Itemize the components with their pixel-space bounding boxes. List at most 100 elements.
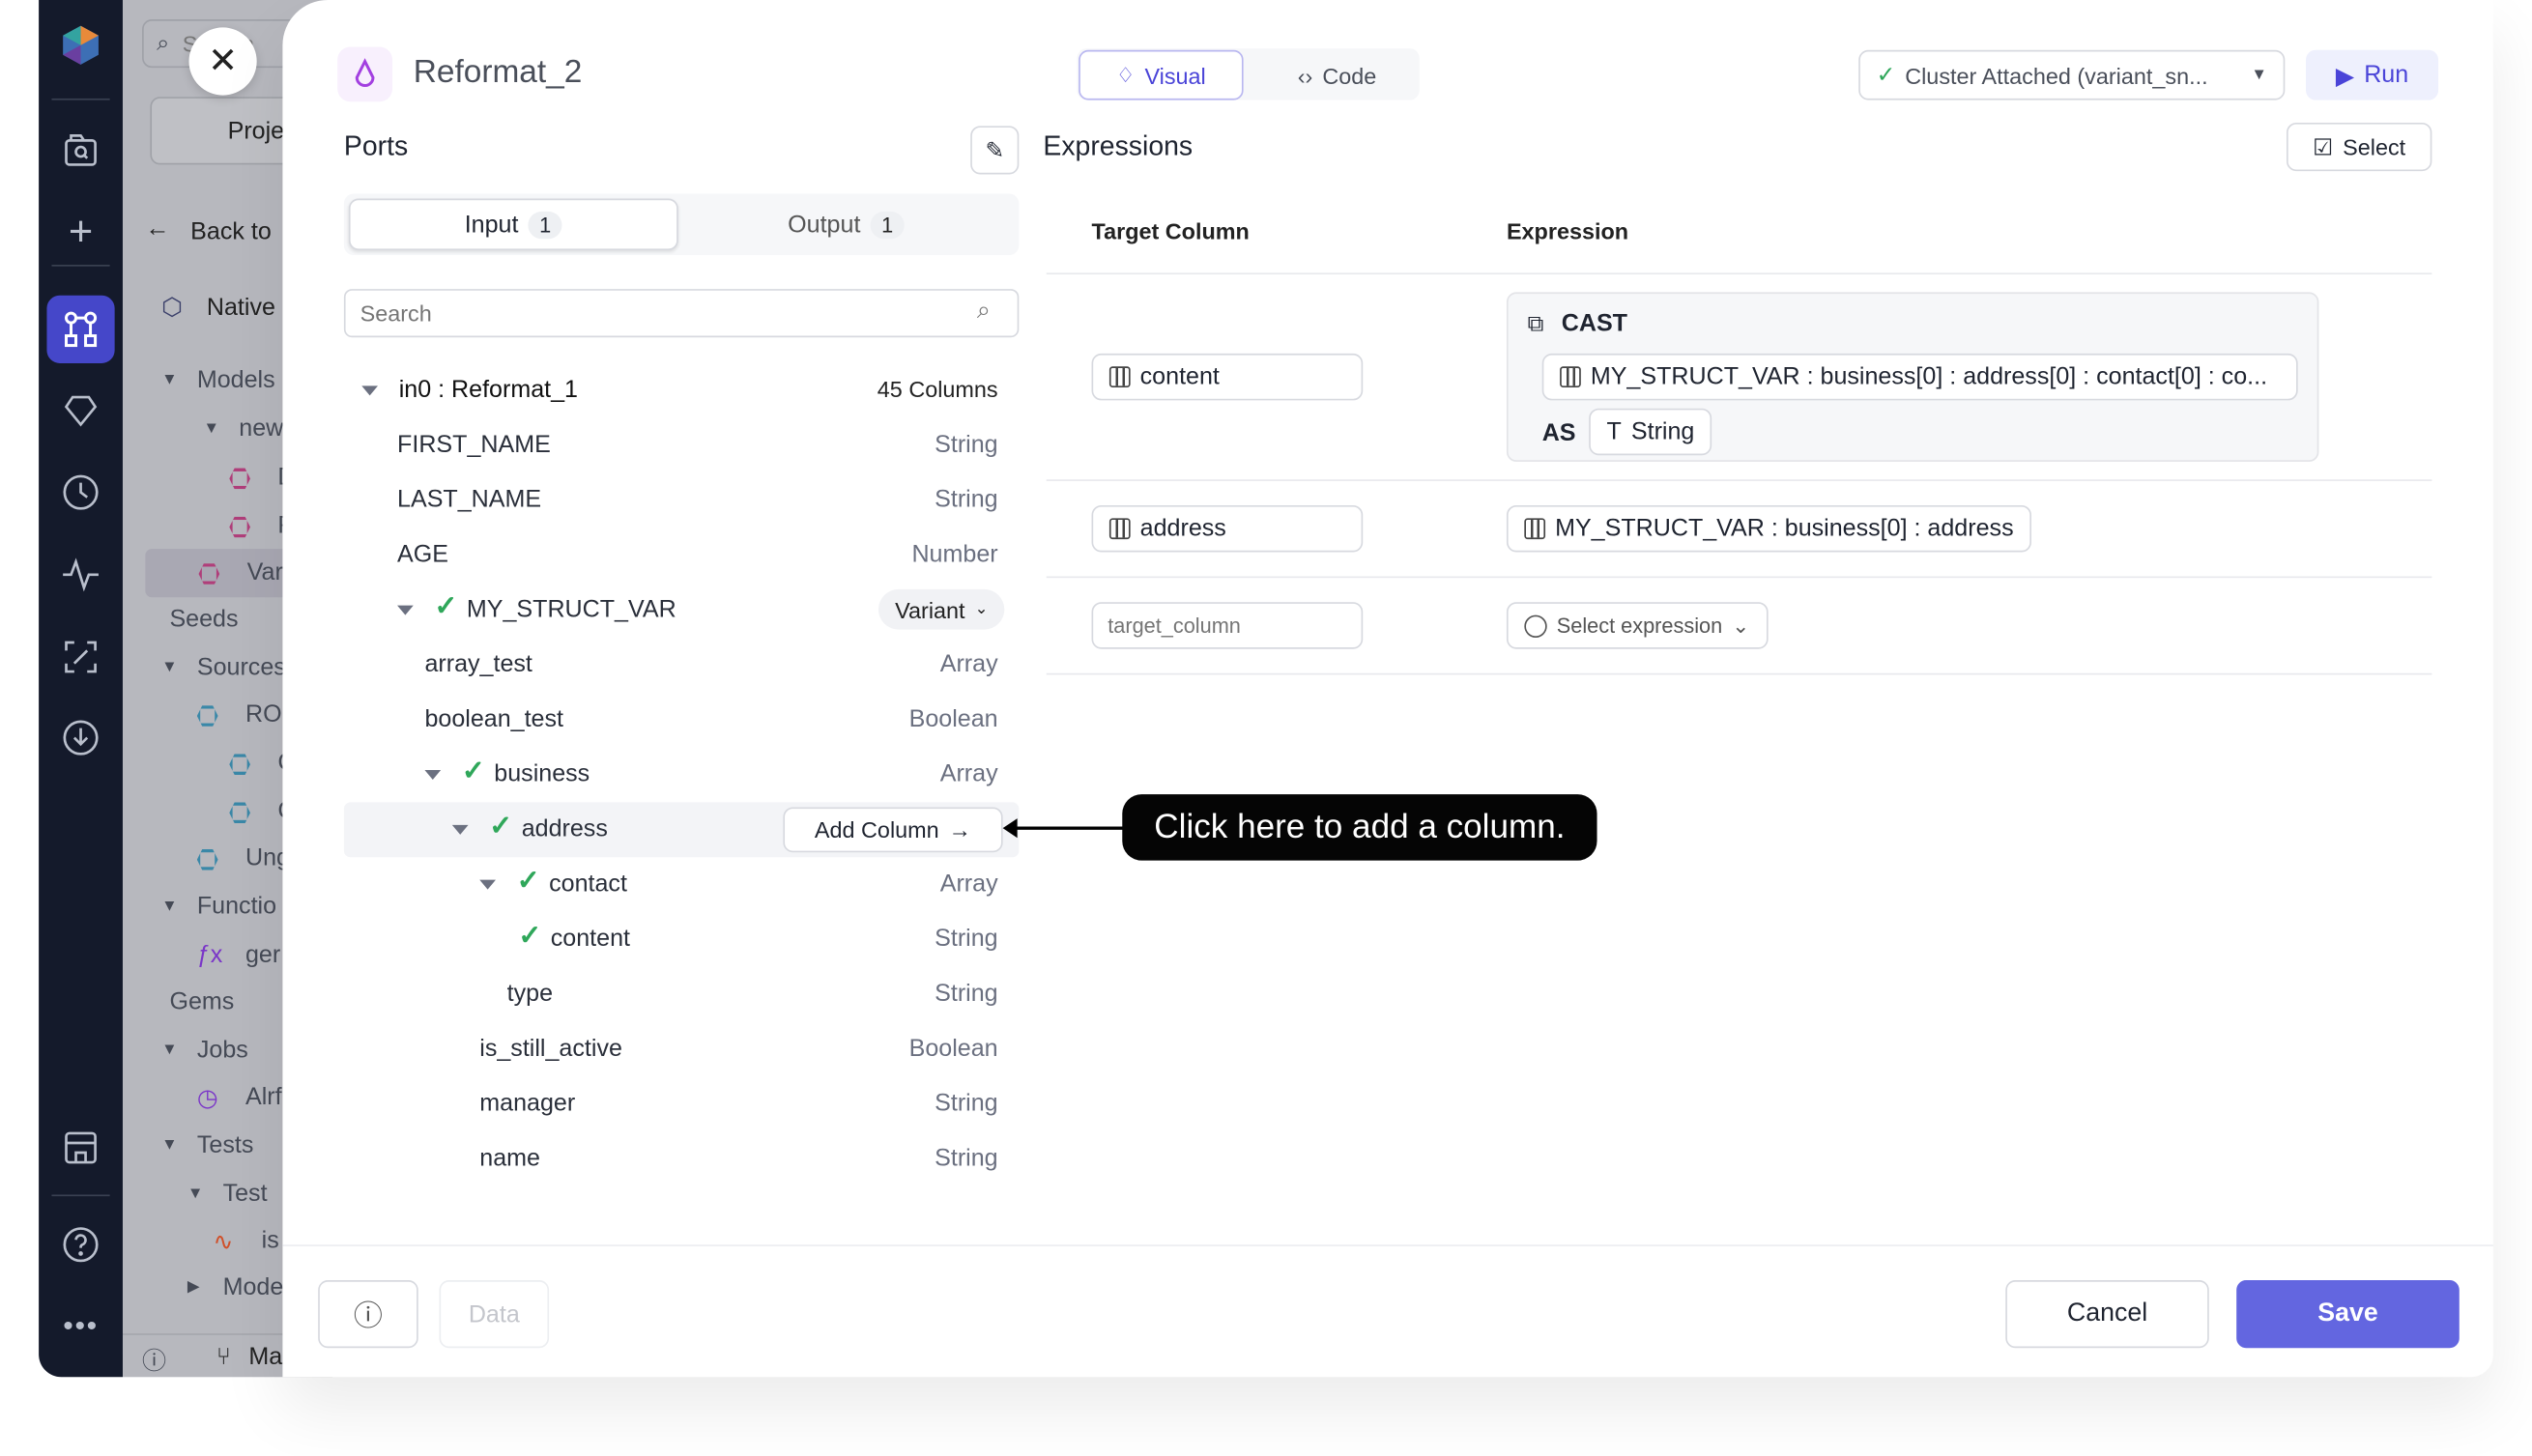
caret-down-icon[interactable] xyxy=(397,605,414,615)
column-row[interactable]: ✓ contact Array xyxy=(344,857,1019,912)
column-row[interactable]: boolean_test Boolean xyxy=(344,693,1019,748)
pipeline-icon[interactable] xyxy=(46,295,115,363)
expression-field[interactable]: MY_STRUCT_VAR : business[0] : address xyxy=(1506,504,2031,553)
logo-icon[interactable] xyxy=(60,24,101,66)
download-icon[interactable] xyxy=(60,717,101,758)
column-row[interactable]: type String xyxy=(344,967,1019,1022)
more-icon[interactable]: ••• xyxy=(60,1304,101,1346)
project-button-label: Proje xyxy=(227,117,285,146)
back-arrow-icon[interactable]: ← xyxy=(145,214,169,242)
caret-down-icon[interactable]: ▼ xyxy=(161,371,178,388)
pulse-icon: ∿ xyxy=(213,1228,234,1256)
column-row[interactable]: ✓ business Array xyxy=(344,748,1019,803)
tree-item[interactable]: Functio xyxy=(197,893,276,920)
caret-down-icon[interactable]: ▼ xyxy=(204,419,220,437)
caret-down-icon[interactable]: ▼ xyxy=(161,1042,178,1059)
column-row[interactable]: ✓ MY_STRUCT_VAR Variant ⌄ xyxy=(344,583,1019,638)
edit-ports-button[interactable]: ✎ xyxy=(970,126,1020,175)
cast-type[interactable]: T String xyxy=(1589,408,1712,456)
tab-visual[interactable]: ♢ Visual xyxy=(1079,49,1244,100)
help-icon[interactable] xyxy=(60,1224,101,1266)
caret-down-icon[interactable] xyxy=(424,770,442,781)
tree-item[interactable]: Mode xyxy=(223,1273,284,1300)
column-type: String xyxy=(935,485,998,514)
port-source-row[interactable]: in0 : Reformat_1 45 Columns xyxy=(344,363,1019,418)
caret-down-icon[interactable] xyxy=(361,385,378,396)
tree-item[interactable]: Models xyxy=(197,366,275,393)
new-target-column-input[interactable] xyxy=(1091,602,1364,649)
check-icon: ✓ xyxy=(434,590,458,622)
info-icon[interactable]: ⓘ xyxy=(142,1343,166,1377)
info-button[interactable]: ⓘ xyxy=(318,1280,418,1349)
select-expression-dropdown[interactable]: Select expression ⌄ xyxy=(1506,602,1768,649)
data-button[interactable]: Data xyxy=(439,1280,550,1349)
tab-visual-label: Visual xyxy=(1144,62,1206,89)
cluster-dropdown[interactable]: ✓ Cluster Attached (variant_sn... ▼ xyxy=(1858,49,2286,100)
cancel-button[interactable]: Cancel xyxy=(2005,1280,2209,1349)
transform-icon[interactable] xyxy=(60,636,101,677)
column-row[interactable]: ✓ content String xyxy=(344,912,1019,967)
caret-right-icon[interactable]: ▶ xyxy=(187,1278,200,1296)
plus-icon[interactable]: + xyxy=(60,206,101,254)
tree-item[interactable]: Sources xyxy=(197,654,286,681)
tree-item[interactable]: Var xyxy=(247,558,283,585)
tree-item[interactable]: Tests xyxy=(197,1131,254,1158)
target-value: address xyxy=(1139,515,1226,543)
tab-code[interactable]: ‹› Code xyxy=(1256,50,1418,100)
gem-title[interactable]: Reformat_2 xyxy=(414,55,583,92)
tab-input[interactable]: Input 1 xyxy=(348,198,678,250)
column-icon xyxy=(1108,518,1131,540)
tree-item[interactable]: ger xyxy=(245,941,280,968)
caret-down-icon[interactable] xyxy=(479,879,496,890)
tree-item[interactable]: Gems xyxy=(169,988,234,1015)
column-name: LAST_NAME xyxy=(397,485,542,514)
caret-down-icon[interactable] xyxy=(451,824,469,835)
hexagon-icon xyxy=(229,468,250,490)
store-icon[interactable] xyxy=(60,1127,101,1168)
clock-icon[interactable] xyxy=(60,471,101,513)
type-dropdown[interactable]: Variant ⌄ xyxy=(878,588,1005,630)
column-row[interactable]: name String xyxy=(344,1131,1019,1186)
cast-argument[interactable]: MY_STRUCT_VAR : business[0] : address[0]… xyxy=(1541,353,2298,401)
caret-down-icon[interactable]: ▼ xyxy=(161,659,178,676)
column-row[interactable]: AGE Number xyxy=(344,528,1019,583)
ports-search-input[interactable] xyxy=(343,289,1020,338)
back-link[interactable]: Back to xyxy=(190,218,272,245)
column-row[interactable]: array_test Array xyxy=(344,638,1019,693)
close-modal-button[interactable]: ✕ xyxy=(188,27,257,96)
tree-item[interactable]: Alrf xyxy=(245,1083,282,1110)
divider xyxy=(1046,672,2432,675)
column-row[interactable]: is_still_active Boolean xyxy=(344,1022,1019,1077)
type-value: String xyxy=(1630,417,1695,446)
caret-down-icon[interactable]: ▼ xyxy=(161,898,178,915)
run-button[interactable]: ▶ Run xyxy=(2306,49,2439,100)
gem-icon[interactable] xyxy=(60,389,101,431)
input-count-badge: 1 xyxy=(528,211,562,239)
tree-item[interactable]: Seeds xyxy=(169,606,238,633)
tree-item[interactable]: new xyxy=(239,414,283,442)
target-column-field[interactable]: content xyxy=(1091,353,1364,401)
column-name: content xyxy=(550,925,631,953)
column-row[interactable]: FIRST_NAME String xyxy=(344,418,1019,473)
tree-item[interactable]: is xyxy=(262,1227,279,1254)
caret-down-icon[interactable]: ▼ xyxy=(161,1136,178,1154)
tab-output[interactable]: Output 1 xyxy=(678,199,1015,250)
column-row[interactable]: ✓ address Add Column → xyxy=(343,802,1020,858)
function-icon: ƒx xyxy=(196,941,223,969)
column-type: String xyxy=(935,980,998,1008)
activity-icon[interactable] xyxy=(60,554,101,595)
tree-item[interactable]: Test xyxy=(223,1180,268,1207)
column-row[interactable]: LAST_NAME String xyxy=(344,473,1019,528)
select-button[interactable]: ☑ Select xyxy=(2286,122,2432,172)
column-row[interactable]: manager String xyxy=(344,1076,1019,1131)
select-label: Select xyxy=(2343,133,2406,160)
tree-item[interactable]: Jobs xyxy=(197,1037,248,1064)
save-button[interactable]: Save xyxy=(2236,1280,2460,1349)
caret-down-icon[interactable]: ▼ xyxy=(187,1185,204,1202)
column-name: is_still_active xyxy=(479,1035,622,1063)
search-folder-icon[interactable] xyxy=(60,129,101,171)
cast-expression-block[interactable]: ⧉ CAST MY_STRUCT_VAR : business[0] : add… xyxy=(1506,292,2319,462)
branch-label[interactable]: Ma xyxy=(248,1343,282,1370)
target-column-field[interactable]: address xyxy=(1091,504,1364,553)
add-column-button[interactable]: Add Column → xyxy=(783,807,1003,853)
